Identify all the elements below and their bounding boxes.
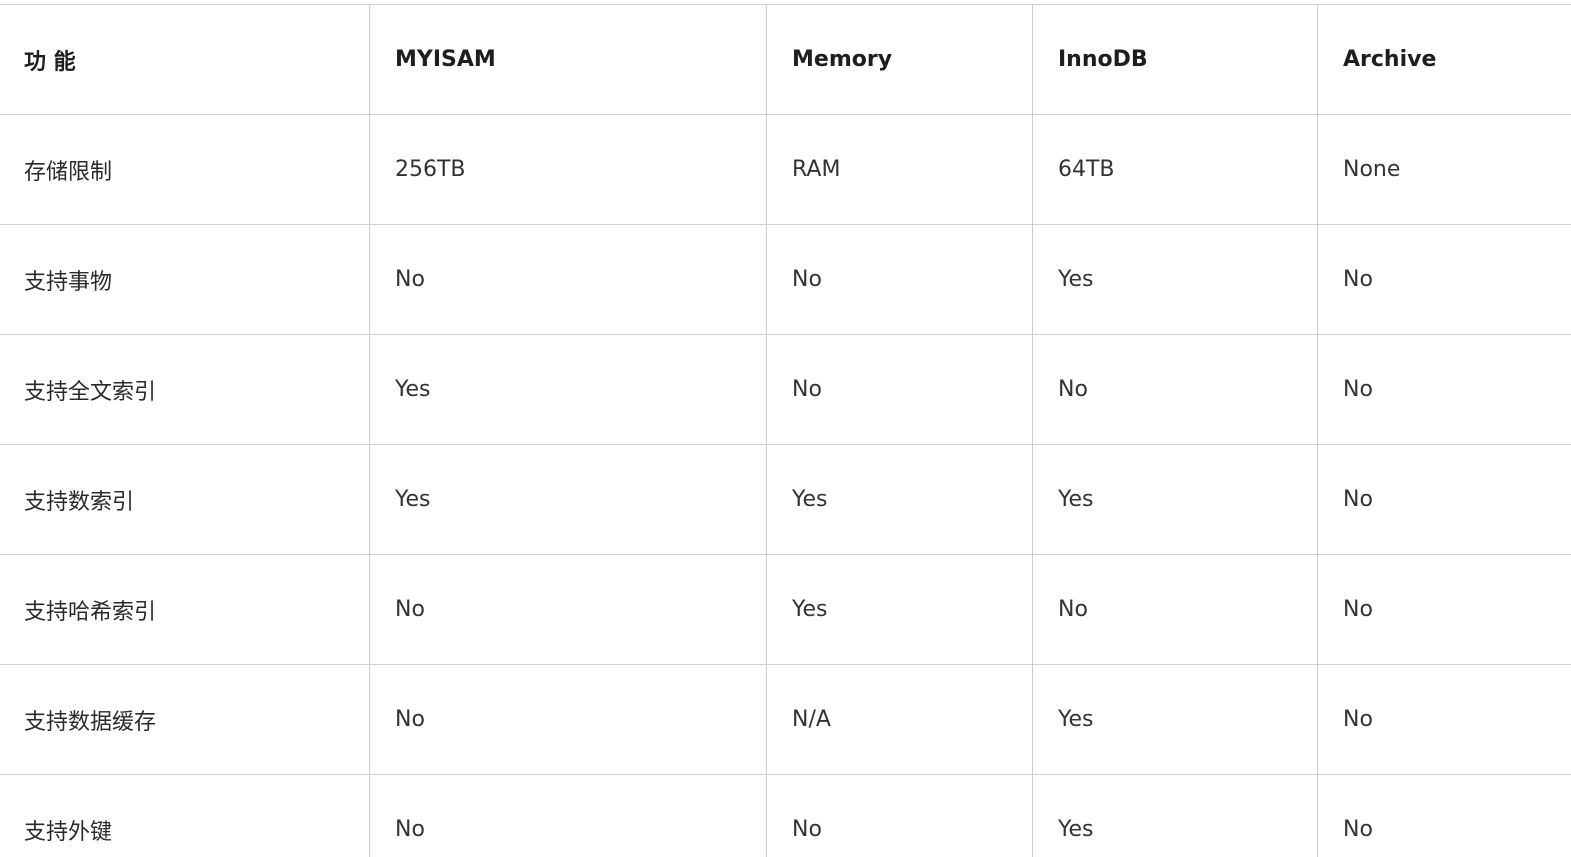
table-body: 存储限制 256TB RAM 64TB None 支持事物 No No Yes …: [0, 114, 1571, 857]
header-archive: Archive: [1317, 4, 1571, 115]
table-row: 支持事物 No No Yes No: [0, 224, 1571, 335]
myisam-cell: Yes: [369, 444, 767, 555]
feature-cell: 支持全文索引: [0, 334, 370, 445]
archive-cell: No: [1317, 224, 1571, 335]
memory-cell: No: [766, 774, 1033, 857]
table-row: 支持数索引 Yes Yes Yes No: [0, 444, 1571, 555]
archive-cell: No: [1317, 554, 1571, 665]
header-myisam: MYISAM: [369, 4, 767, 115]
feature-cell: 支持数据缓存: [0, 664, 370, 775]
header-feature: 功 能: [0, 4, 370, 115]
memory-cell: No: [766, 334, 1033, 445]
archive-cell: None: [1317, 114, 1571, 225]
memory-cell: Yes: [766, 554, 1033, 665]
innodb-cell: No: [1032, 334, 1318, 445]
memory-cell: N/A: [766, 664, 1033, 775]
myisam-cell: No: [369, 224, 767, 335]
header-memory: Memory: [766, 4, 1033, 115]
innodb-cell: Yes: [1032, 664, 1318, 775]
feature-cell: 支持哈希索引: [0, 554, 370, 665]
table-row: 支持全文索引 Yes No No No: [0, 334, 1571, 445]
myisam-cell: 256TB: [369, 114, 767, 225]
table-header: 功 能 MYISAM Memory InnoDB Archive: [0, 4, 1571, 115]
table-row: 支持数据缓存 No N/A Yes No: [0, 664, 1571, 775]
memory-cell: No: [766, 224, 1033, 335]
page: 功 能 MYISAM Memory InnoDB Archive 存储限制 25…: [0, 0, 1571, 857]
archive-cell: No: [1317, 444, 1571, 555]
archive-cell: No: [1317, 334, 1571, 445]
feature-cell: 支持外键: [0, 774, 370, 857]
memory-cell: RAM: [766, 114, 1033, 225]
table-row: 存储限制 256TB RAM 64TB None: [0, 114, 1571, 225]
myisam-cell: Yes: [369, 334, 767, 445]
innodb-cell: Yes: [1032, 224, 1318, 335]
header-innodb: InnoDB: [1032, 4, 1318, 115]
header-row: 功 能 MYISAM Memory InnoDB Archive: [0, 4, 1571, 115]
storage-engine-comparison-table: 功 能 MYISAM Memory InnoDB Archive 存储限制 25…: [0, 4, 1571, 857]
innodb-cell: Yes: [1032, 444, 1318, 555]
table-row: 支持外键 No No Yes No: [0, 774, 1571, 857]
feature-cell: 支持数索引: [0, 444, 370, 555]
table-row: 支持哈希索引 No Yes No No: [0, 554, 1571, 665]
innodb-cell: No: [1032, 554, 1318, 665]
myisam-cell: No: [369, 774, 767, 857]
memory-cell: Yes: [766, 444, 1033, 555]
archive-cell: No: [1317, 664, 1571, 775]
feature-cell: 存储限制: [0, 114, 370, 225]
myisam-cell: No: [369, 664, 767, 775]
innodb-cell: 64TB: [1032, 114, 1318, 225]
innodb-cell: Yes: [1032, 774, 1318, 857]
myisam-cell: No: [369, 554, 767, 665]
feature-cell: 支持事物: [0, 224, 370, 335]
archive-cell: No: [1317, 774, 1571, 857]
